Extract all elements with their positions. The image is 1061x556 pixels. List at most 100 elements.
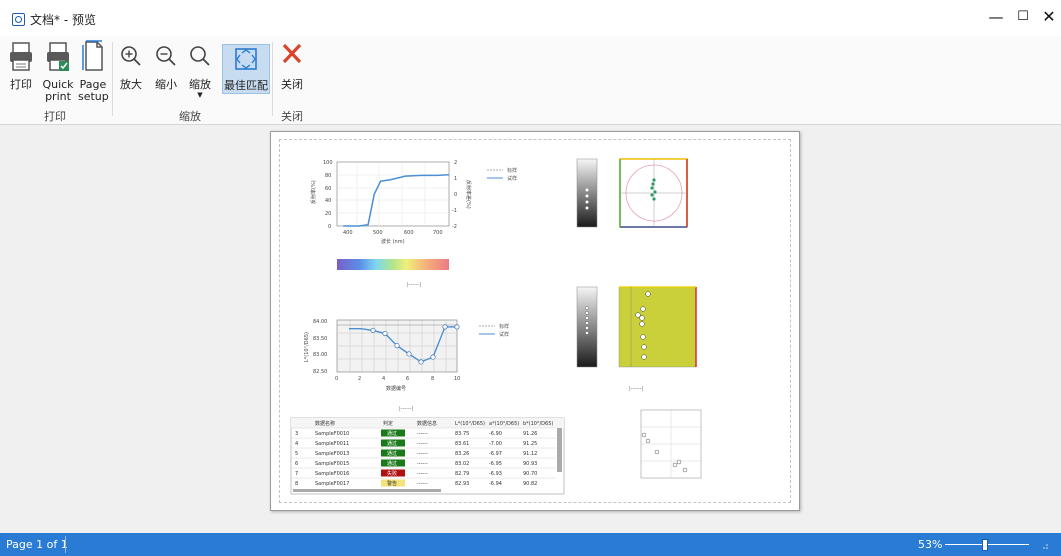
maximize-icon[interactable]: ☐ — [1012, 6, 1034, 28]
print-button[interactable]: 打印 — [8, 40, 34, 91]
print-group-label: 打印 — [44, 110, 66, 123]
spec-ytick: 40 — [325, 198, 331, 204]
dropdown-arrow-icon: ▼ — [197, 91, 203, 99]
table-cell: 83.26 — [455, 451, 469, 457]
title-bar: 文档* - 预览 — ☐ ✕ — [0, 0, 1061, 36]
l-a-point — [639, 321, 645, 327]
lightness-marker — [585, 206, 589, 210]
table-cell: 83.02 — [455, 461, 469, 467]
trend-xtick: 10 — [454, 376, 460, 382]
svg-text:试样: 试样 — [507, 175, 517, 182]
lightness-marker — [585, 188, 589, 192]
table-cell: ------ — [417, 451, 428, 457]
table-cell: ------ — [417, 461, 428, 467]
table-cell: SampleF0013 — [315, 451, 349, 457]
spec-ytick: 100 — [323, 160, 333, 166]
lightness-marker — [585, 194, 589, 198]
l-a-plot-area — [618, 286, 697, 368]
trend-ytick: 83.00 — [313, 352, 327, 358]
spec-ytick: 20 — [325, 211, 331, 217]
scatter-point — [676, 459, 682, 465]
trend-point — [442, 324, 448, 330]
trend-point — [418, 359, 424, 365]
quick-print-button[interactable]: Quick print — [42, 40, 74, 103]
spec-xtick: 600 — [404, 230, 414, 236]
l-a-caption: |------| — [629, 386, 644, 392]
svg-text:标样: 标样 — [499, 323, 509, 330]
trend-xtick: 6 — [406, 376, 409, 382]
trend-xtick: 2 — [358, 376, 361, 382]
table-cell: 7 — [295, 471, 298, 477]
status-text: 通过 — [387, 430, 397, 437]
printer-icon — [10, 42, 32, 71]
spectrum-legend: 标样 试样 — [487, 167, 517, 182]
page-indicator: Page 1 of 1 — [6, 538, 68, 551]
table-cell: ------ — [417, 441, 428, 447]
status-separator — [65, 536, 66, 553]
spec-ytick-right: -1 — [452, 208, 457, 214]
trend-ytick: 84.00 — [313, 319, 327, 325]
status-text: 失败 — [387, 470, 397, 477]
best-fit-button[interactable]: 最佳匹配 — [222, 44, 270, 94]
ab-point — [651, 182, 655, 186]
ab-diagram — [576, 158, 688, 228]
trend-xlabel: 数据编号 — [386, 385, 406, 392]
trend-ylabel: L*(10°/D65) — [304, 332, 310, 362]
zoom-percentage: 53% — [918, 538, 943, 551]
zoom-in-icon — [121, 46, 141, 66]
table-cell: ------ — [417, 431, 428, 437]
table-cell: 90.70 — [523, 471, 537, 477]
resize-grip-icon[interactable] — [1041, 543, 1049, 551]
trend-xtick: 4 — [382, 376, 385, 382]
zoom-button[interactable]: 缩放 ▼ — [187, 40, 213, 99]
table-cell: 90.93 — [523, 461, 537, 467]
ab-point — [650, 186, 654, 190]
table-header-cell: 数据信息 — [417, 420, 437, 427]
spec-xtick: 400 — [343, 230, 353, 236]
zoom-out-button[interactable]: 缩小 — [153, 40, 179, 91]
table-cell: -6.95 — [489, 461, 502, 467]
table-cell: 91.25 — [523, 441, 537, 447]
lightness-strip — [576, 158, 598, 228]
status-text: 通过 — [387, 460, 397, 467]
table-cell: ------ — [417, 471, 428, 477]
l-a-point — [645, 291, 651, 297]
spectrum-color-bar — [337, 259, 449, 270]
scatter-point — [672, 462, 678, 468]
table-cell: -6.97 — [489, 451, 502, 457]
scatter-point — [682, 467, 688, 473]
zoom-in-button[interactable]: 放大 — [118, 40, 144, 91]
table-cell: SampleF0017 — [315, 481, 349, 487]
table-header-cell: a*(10°/D65) — [489, 421, 519, 427]
trend-point — [394, 343, 400, 349]
table-header-cell: 数据名称 — [315, 420, 335, 427]
spec-ytick-right: 0 — [454, 192, 457, 198]
close-window-icon[interactable]: ✕ — [1038, 6, 1060, 28]
ribbon-separator — [112, 42, 113, 116]
table-cell: 82.93 — [455, 481, 469, 487]
spec-xlabel: 波长 (nm) — [381, 238, 405, 245]
table-cell: 82.79 — [455, 471, 469, 477]
status-bar: Page 1 of 1 53% — [0, 533, 1061, 556]
page-setup-button[interactable]: Page setup — [78, 40, 109, 103]
table-cell: 6 — [295, 461, 298, 467]
table-header-cell: 判定 — [383, 420, 393, 427]
ribbon-separator — [272, 42, 273, 116]
table-cell: -6.90 — [489, 431, 502, 437]
spec-ylabel-right: 反射率差(%) — [465, 180, 472, 209]
table-cell: -7.00 — [489, 441, 502, 447]
fit-page-icon — [235, 48, 257, 70]
spec-ytick-right: -2 — [452, 224, 457, 230]
table-header-cell: b*(10°/D65) — [523, 421, 553, 427]
table-cell: SampleF0015 — [315, 461, 349, 467]
minimize-icon[interactable]: — — [985, 6, 1007, 28]
spec-xtick: 500 — [373, 230, 383, 236]
spec-ytick-right: 1 — [454, 176, 457, 182]
ab-point — [653, 190, 657, 194]
close-preview-button[interactable]: 关闭 — [278, 40, 306, 91]
table-cell: 8 — [295, 481, 298, 487]
zoom-slider-thumb[interactable] — [982, 539, 988, 551]
table-cell: SampleF0011 — [315, 441, 349, 447]
table-cell: SampleF0016 — [315, 471, 349, 477]
trend-point — [430, 354, 436, 360]
